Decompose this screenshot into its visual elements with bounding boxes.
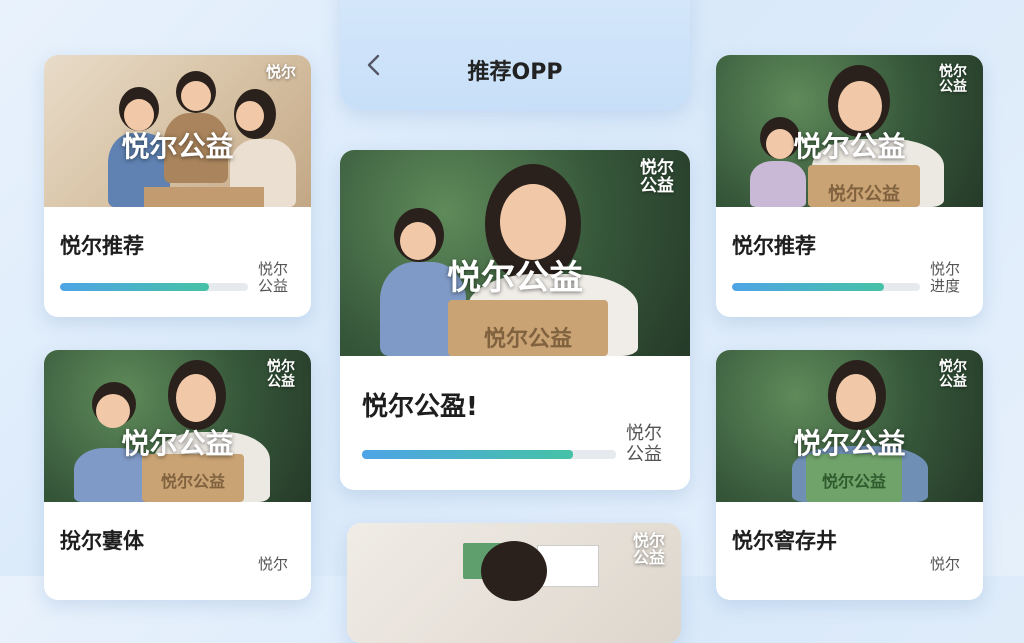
- card-image: 悦尔公益 悦尔公益 悦尔 公益: [716, 350, 983, 502]
- card-image: 悦尔公益 悦尔公益 悦尔 公益: [44, 350, 311, 502]
- progress-fill: [362, 450, 573, 459]
- card-image: 悦尔公益 悦尔: [44, 55, 311, 207]
- featured-project-card[interactable]: 悦尔公益 悦尔公益 悦尔 公益 悦尔公盈! 悦尔 公益: [340, 150, 690, 490]
- progress-bar: [732, 283, 920, 291]
- sign-text: 悦尔公益: [808, 165, 920, 207]
- watermark-badge: 悦尔 公益: [640, 158, 674, 196]
- watermark-badge: 悦尔 公益: [939, 64, 967, 95]
- project-card[interactable]: 悦尔 公益: [347, 523, 681, 643]
- card-side-label: 悦尔: [258, 555, 289, 573]
- progress-fill: [732, 283, 885, 291]
- watermark-badge: 悦尔 公益: [632, 531, 665, 567]
- watermark-text: 悦尔公益: [793, 130, 906, 163]
- card-title: 悦尔公盈!: [362, 392, 478, 422]
- card-title: 悦尔推荐: [732, 234, 816, 258]
- progress-bar: [60, 283, 248, 291]
- card-image: 悦尔 公益: [347, 523, 681, 643]
- watermark-text: 悦尔公益: [121, 427, 234, 460]
- card-title: 悦尔推荐: [60, 234, 144, 258]
- sign-text: 悦尔公益: [448, 300, 608, 356]
- watermark-badge: 悦尔 公益: [267, 359, 295, 390]
- project-card[interactable]: 悦尔公益 悦尔公益 悦尔 公益 悦尔窨存井 悦尔: [716, 350, 983, 600]
- card-side-label: 悦尔: [930, 555, 961, 573]
- watermark-badge: 悦尔: [265, 63, 296, 81]
- progress-bar: [362, 450, 616, 459]
- card-title: 悦尔窨存井: [732, 529, 837, 553]
- project-card[interactable]: 悦尔公益 悦尔公益 悦尔 公益 挩尔寠体 悦尔: [44, 350, 311, 600]
- header-bar: 推荐OPP: [340, 0, 690, 110]
- watermark-text: 悦尔公益: [793, 427, 906, 460]
- card-image: 悦尔公益 悦尔公益 悦尔 公益: [340, 150, 690, 356]
- progress-fill: [60, 283, 209, 291]
- card-side-label: 悦尔 公益: [258, 260, 289, 296]
- card-title: 挩尔寠体: [60, 529, 144, 553]
- project-card[interactable]: 悦尔公益 悦尔公益 悦尔 公益 悦尔推荐 悦尔 进度: [716, 55, 983, 317]
- card-side-label: 悦尔 进度: [930, 260, 961, 296]
- watermark-badge: 悦尔 公益: [939, 359, 967, 390]
- watermark-text: 悦尔公益: [447, 258, 583, 298]
- card-side-label: 悦尔 公益: [626, 423, 662, 465]
- project-card[interactable]: 悦尔公益 悦尔 悦尔推荐 悦尔 公益: [44, 55, 311, 317]
- card-image: 悦尔公益 悦尔公益 悦尔 公益: [716, 55, 983, 207]
- page-title: 推荐OPP: [467, 60, 563, 85]
- watermark-text: 悦尔公益: [121, 130, 234, 163]
